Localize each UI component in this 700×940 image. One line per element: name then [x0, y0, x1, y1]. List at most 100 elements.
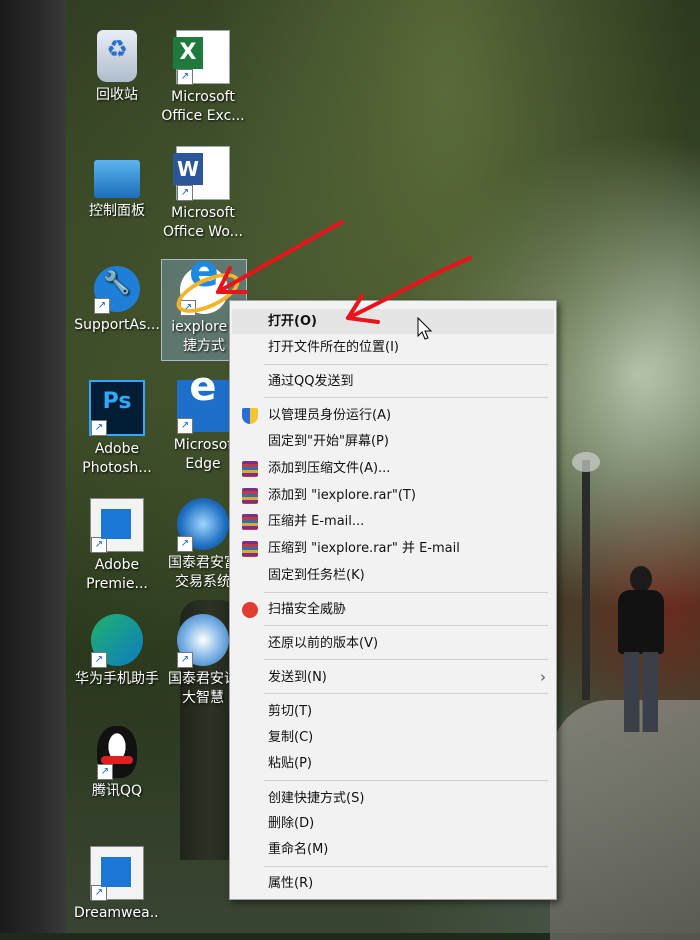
- menu-item-label: 固定到"开始"屏幕(P): [268, 434, 389, 449]
- menu-item-compress-and-email[interactable]: 压缩并 E-mail...: [232, 509, 554, 534]
- wallpaper-lamp-head: [572, 452, 600, 472]
- menu-item-pin-to-start[interactable]: 固定到"开始"屏幕(P): [232, 429, 554, 454]
- menu-item-label: 添加到压缩文件(A)...: [268, 461, 391, 476]
- menu-item-add-to-archive[interactable]: 添加到压缩文件(A)...: [232, 456, 554, 481]
- shortcut-arrow-icon: ↗: [91, 885, 107, 901]
- winrar-icon: [242, 514, 258, 530]
- menu-item-paste[interactable]: 粘贴(P): [232, 751, 554, 776]
- icon-label-line1: Microsoft: [171, 205, 235, 221]
- menu-item-pin-to-taskbar[interactable]: 固定到任务栏(K): [232, 563, 554, 588]
- wrench-icon: ↗: [94, 266, 140, 314]
- shortcut-arrow-icon: ↗: [177, 418, 193, 434]
- desktop-icon-dreamweaver[interactable]: ↗ Dreamwea...: [74, 846, 160, 923]
- desktop-icon-photoshop[interactable]: ↗ Adobe Photosh...: [74, 380, 160, 478]
- menu-item-label: 添加到 "iexplore.rar"(T): [268, 488, 416, 503]
- excel-icon: ↗: [173, 30, 230, 85]
- menu-item-scan-threats[interactable]: 扫描安全威胁: [232, 597, 554, 622]
- desktop-icon-support-assistant[interactable]: ↗ SupportAs...: [74, 266, 160, 335]
- menu-item-run-as-admin[interactable]: 以管理员身份运行(A): [232, 403, 554, 428]
- shortcut-arrow-icon: ↗: [91, 420, 107, 436]
- desktop-icon-huawei-assistant[interactable]: ↗ 华为手机助手: [74, 614, 160, 689]
- dreamweaver-icon: ↗: [90, 846, 144, 901]
- qq-penguin-icon: ↗: [97, 726, 137, 780]
- desktop-icon-word[interactable]: ↗ Microsoft Office Wo...: [160, 146, 246, 242]
- menu-separator: [264, 592, 548, 593]
- wallpaper-lamp-post: [582, 460, 590, 700]
- menu-item-label: 扫描安全威胁: [268, 602, 347, 617]
- shortcut-arrow-icon: ↗: [177, 536, 193, 552]
- submenu-arrow-icon: ›: [540, 668, 546, 686]
- icon-label-line2: Office Wo...: [162, 224, 243, 240]
- menu-item-label: 以管理员身份运行(A): [268, 408, 392, 423]
- desktop-icon-qq[interactable]: ↗ 腾讯QQ: [74, 726, 160, 801]
- shortcut-arrow-icon: ↗: [91, 537, 107, 553]
- icon-label: 回收站: [96, 87, 138, 103]
- menu-separator: [264, 397, 548, 398]
- menu-item-send-via-qq[interactable]: 通过QQ发送到: [232, 369, 554, 394]
- shortcut-arrow-icon: ↗: [177, 185, 193, 201]
- menu-separator: [264, 780, 548, 781]
- menu-item-label: 粘贴(P): [268, 756, 312, 771]
- icon-label-line2: Photosh...: [82, 460, 152, 476]
- shortcut-arrow-icon: ↗: [177, 69, 193, 85]
- desktop-icon-control-panel[interactable]: 控制面板: [74, 152, 160, 221]
- menu-item-compress-to-rar-and-email[interactable]: 压缩到 "iexplore.rar" 并 E-mail: [232, 536, 554, 561]
- desktop-icon-recycle-bin[interactable]: 回收站: [74, 30, 160, 105]
- icon-label-line1: Microsoft: [171, 89, 235, 105]
- desktop-icon-excel[interactable]: ↗ Microsoft Office Exc...: [160, 30, 246, 126]
- menu-item-cut[interactable]: 剪切(T): [232, 699, 554, 724]
- wallpaper-person: [612, 566, 670, 736]
- icon-label: 控制面板: [89, 203, 145, 219]
- menu-item-open[interactable]: 打开(O): [232, 309, 554, 334]
- shield-icon: [242, 408, 258, 424]
- menu-item-label: 固定到任务栏(K): [268, 568, 365, 583]
- shortcut-arrow-icon: ↗: [94, 298, 110, 314]
- guotai-trading-icon: ↗: [177, 498, 229, 552]
- menu-item-restore-previous-versions[interactable]: 还原以前的版本(V): [232, 631, 554, 656]
- menu-item-label: 属性(R): [268, 876, 314, 891]
- icon-label-line2: Office Exc...: [161, 108, 245, 124]
- desktop-icon-premiere[interactable]: ↗ Adobe Premie...: [74, 498, 160, 594]
- internet-explorer-icon: ↗: [180, 262, 228, 316]
- huawei-assistant-icon: ↗: [91, 614, 143, 668]
- menu-item-send-to[interactable]: 发送到(N) ›: [232, 665, 554, 690]
- shortcut-arrow-icon: ↗: [180, 300, 196, 316]
- menu-item-label: 打开文件所在的位置(I): [268, 340, 399, 355]
- monitor-bezel: [0, 0, 66, 933]
- recycle-bin-icon: [97, 30, 137, 82]
- icon-label: Dreamwea...: [74, 905, 160, 921]
- icon-label: 腾讯QQ: [91, 783, 143, 799]
- shortcut-arrow-icon: ↗: [177, 652, 193, 668]
- menu-item-open-file-location[interactable]: 打开文件所在的位置(I): [232, 335, 554, 360]
- menu-item-copy[interactable]: 复制(C): [232, 725, 554, 750]
- menu-item-rename[interactable]: 重命名(M): [232, 837, 554, 862]
- menu-item-label: 删除(D): [268, 816, 315, 831]
- menu-separator: [264, 659, 548, 660]
- shortcut-arrow-icon: ↗: [91, 652, 107, 668]
- menu-item-label: 通过QQ发送到: [268, 374, 354, 389]
- menu-item-label: 剪切(T): [268, 704, 313, 719]
- context-menu: 打开(O) 打开文件所在的位置(I) 通过QQ发送到 以管理员身份运行(A) 固…: [229, 300, 557, 900]
- menu-item-label: 复制(C): [268, 730, 314, 745]
- menu-item-label: 打开(O): [268, 314, 317, 329]
- word-icon: ↗: [173, 146, 230, 201]
- guotai-dzh-icon: ↗: [177, 614, 229, 668]
- menu-item-label: 重命名(M): [268, 842, 329, 857]
- icon-label-line1: Adobe: [94, 441, 140, 457]
- menu-item-delete[interactable]: 删除(D): [232, 811, 554, 836]
- menu-separator: [264, 693, 548, 694]
- menu-item-create-shortcut[interactable]: 创建快捷方式(S): [232, 786, 554, 811]
- wallpaper-walkway: [550, 700, 700, 940]
- winrar-icon: [242, 488, 258, 504]
- icon-label: SupportAs...: [74, 317, 160, 333]
- menu-separator: [264, 625, 548, 626]
- icon-label-line2: Premie...: [86, 576, 148, 592]
- winrar-icon: [242, 541, 258, 557]
- menu-item-label: 发送到(N): [268, 670, 327, 685]
- menu-item-properties[interactable]: 属性(R): [232, 871, 554, 896]
- premiere-icon: ↗: [90, 498, 144, 553]
- photoshop-icon: ↗: [89, 380, 145, 436]
- icon-label: 华为手机助手: [75, 671, 159, 687]
- menu-separator: [264, 364, 548, 365]
- menu-item-add-to-iexplore-rar[interactable]: 添加到 "iexplore.rar"(T): [232, 483, 554, 508]
